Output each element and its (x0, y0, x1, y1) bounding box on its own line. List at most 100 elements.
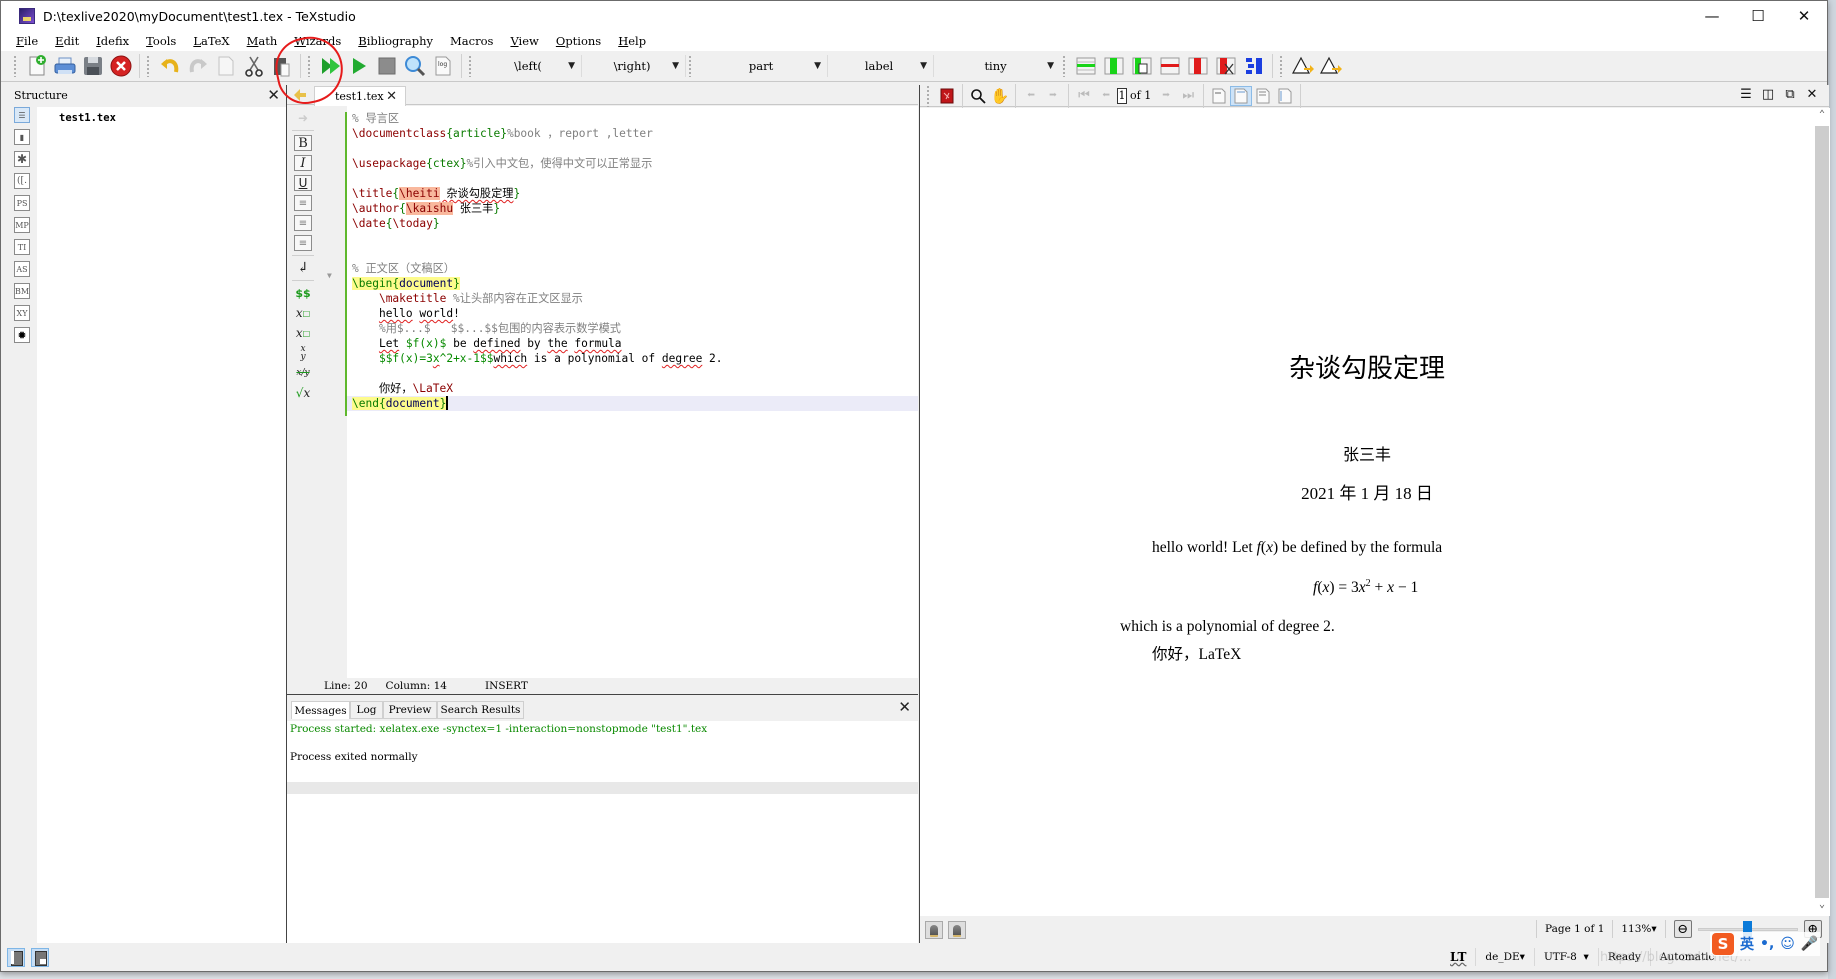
table-add-column-button[interactable] (1101, 53, 1127, 79)
cut-button[interactable] (241, 53, 267, 79)
close-messages-button[interactable]: ✕ (898, 698, 911, 716)
tab-messages[interactable]: Messages (291, 701, 350, 719)
view-log-button[interactable]: log (430, 53, 456, 79)
next-error-button[interactable] (1318, 53, 1344, 79)
align-center-icon[interactable]: ≡ (294, 215, 312, 231)
toolbar-grip[interactable] (688, 55, 692, 77)
scroll-up-icon[interactable]: ⌃ (1814, 109, 1830, 125)
toggle-messages-button[interactable] (31, 947, 49, 967)
close-tab-icon[interactable]: ✕ (386, 89, 397, 104)
menu-bibliography[interactable]: Bibliography (358, 34, 433, 48)
menu-file[interactable]: File (16, 34, 38, 48)
compile-button[interactable] (346, 53, 372, 79)
menu-edit[interactable]: Edit (55, 34, 79, 48)
table-paste-column-button[interactable] (1129, 53, 1155, 79)
search-pdf-button[interactable] (967, 86, 989, 106)
maximize-button[interactable]: ☐ (1735, 1, 1781, 31)
toolbar-grip[interactable] (926, 84, 930, 107)
undo-button[interactable] (157, 53, 183, 79)
bookmarks-icon[interactable]: ▮ (14, 129, 30, 145)
sectioning-combo[interactable]: part ▼ (698, 55, 828, 77)
microphone-icon[interactable]: 🎤 (1801, 936, 1818, 952)
special-symbols-icon[interactable]: ✹ (14, 327, 30, 343)
history-forward-button[interactable]: ➡ (1042, 86, 1064, 106)
insert-mode[interactable]: INSERT (485, 680, 528, 692)
copy-button[interactable] (213, 53, 239, 79)
view-pdf-button[interactable] (402, 53, 428, 79)
close-window-button[interactable]: ✕ (1781, 1, 1827, 31)
scrollbar-track[interactable] (1815, 126, 1829, 898)
dfrac-icon[interactable]: x/y (294, 365, 312, 381)
last-page-button[interactable]: ⏭ (1177, 86, 1199, 106)
table-remove-row-button[interactable] (1157, 53, 1183, 79)
pdf-vertical-scrollbar[interactable]: ⌃ ⌄ (1814, 108, 1830, 916)
metapost-icon[interactable]: MP (14, 217, 30, 233)
table-cut-column-button[interactable] (1213, 53, 1239, 79)
table-add-row-button[interactable] (1073, 53, 1099, 79)
previous-page-button[interactable]: ⬅ (1095, 86, 1117, 106)
table-align-button[interactable] (1241, 53, 1267, 79)
zoom-out-button[interactable]: ⊖ (1673, 920, 1692, 938)
bold-icon[interactable]: B (294, 135, 312, 151)
right-delimiter-combo[interactable]: \right) ▼ (582, 55, 686, 77)
beamer-icon[interactable]: BM (14, 283, 30, 299)
newline-icon[interactable]: ↲ (294, 260, 312, 276)
tab-search-results[interactable]: Search Results (437, 701, 524, 719)
pstricks-icon[interactable]: PS (14, 195, 30, 211)
menu-options[interactable]: Options (556, 34, 601, 48)
next-page-button[interactable]: ➡ (1155, 86, 1177, 106)
toolbar-grip[interactable] (13, 55, 17, 77)
tab-preview[interactable]: Preview (383, 701, 437, 719)
tab-log[interactable]: Log (350, 701, 383, 719)
pdf-menu-icon[interactable]: ☰ (1735, 87, 1757, 102)
scroll-down-icon[interactable]: ⌄ (1814, 899, 1830, 915)
menu-view[interactable]: View (510, 34, 538, 48)
languagetool-status[interactable]: LT (1441, 948, 1477, 966)
scroll-lock-button[interactable] (948, 920, 966, 939)
tab-test1-tex[interactable]: test1.tex ✕ (314, 86, 406, 106)
pdf-page[interactable]: 杂谈勾股定理 张三丰 2021 年 1 月 18 日 hello world! … (920, 108, 1814, 916)
menu-tools[interactable]: Tools (146, 34, 176, 48)
brackets-icon[interactable]: ([. (14, 173, 30, 189)
subscript-icon[interactable]: x □ (294, 305, 312, 321)
print-button[interactable] (52, 53, 78, 79)
ime-toolbar[interactable]: S 英 •, ☺ 🎤 (1710, 932, 1821, 956)
first-page-button[interactable]: ⏮ (1073, 86, 1095, 106)
messages-horizontal-scrollbar[interactable] (287, 782, 918, 794)
toolbar-grip[interactable] (468, 55, 472, 77)
new-file-button[interactable] (24, 53, 50, 79)
pdf-dock-icon[interactable]: ◫ (1757, 87, 1779, 102)
code-editor[interactable]: % 导言区 \documentclass{article}%book ，repo… (347, 106, 918, 678)
underline-icon[interactable]: U (294, 175, 312, 191)
align-right-icon[interactable]: ≡ (294, 235, 312, 251)
external-viewer-button[interactable] (936, 86, 958, 106)
fold-marker-icon[interactable]: ▼ (327, 271, 332, 280)
table-remove-column-button[interactable] (1185, 53, 1211, 79)
menu-wizards[interactable]: Wizards (294, 34, 341, 48)
close-file-button[interactable] (108, 53, 134, 79)
close-pdf-icon[interactable]: ✕ (1801, 87, 1823, 102)
menu-idefix[interactable]: Idefix (96, 34, 129, 48)
toolbar-grip[interactable] (1279, 55, 1283, 77)
size-combo[interactable]: tiny ▼ (934, 55, 1060, 77)
symbols-icon[interactable]: ✱ (14, 151, 30, 167)
forward-arrow-icon[interactable]: ➜ (294, 110, 312, 126)
references-combo[interactable]: label ▼ (828, 55, 934, 77)
spellcheck-language[interactable]: de_DE ▾ (1476, 948, 1535, 966)
previous-error-button[interactable] (1290, 53, 1316, 79)
redo-button[interactable] (185, 53, 211, 79)
paste-button[interactable] (269, 53, 295, 79)
zoom-100-button[interactable] (1208, 86, 1230, 106)
toolbar-grip[interactable] (1062, 55, 1066, 77)
emoji-icon[interactable]: ☺ (1780, 936, 1795, 952)
fit-text-width-button[interactable] (1252, 86, 1274, 106)
left-delimiter-combo[interactable]: \left(▼ (478, 55, 582, 77)
tikz-icon[interactable]: TI (14, 239, 30, 255)
fit-width-button[interactable] (1230, 85, 1253, 106)
menu-math[interactable]: Math (247, 34, 278, 48)
italic-icon[interactable]: I (294, 155, 312, 171)
sqrt-icon[interactable]: √ x (294, 385, 312, 401)
stop-button[interactable] (374, 53, 400, 79)
menu-help[interactable]: Help (618, 34, 646, 48)
history-back-button[interactable]: ⬅ (1020, 86, 1042, 106)
